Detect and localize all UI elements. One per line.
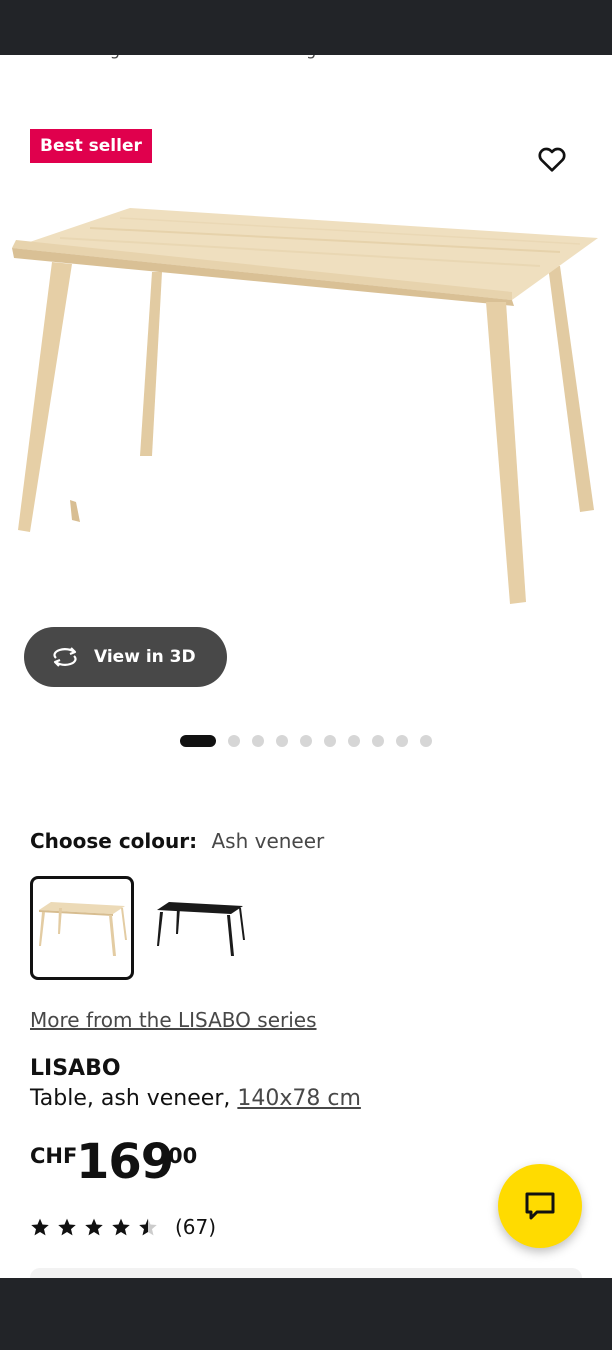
star-icon: [31, 1218, 49, 1236]
table-thumbnail-ash: [39, 902, 127, 956]
favourite-button[interactable]: [536, 143, 568, 175]
chat-icon: [525, 1192, 555, 1220]
price-integer: 169: [76, 1134, 174, 1190]
carousel-dot[interactable]: [252, 735, 264, 747]
carousel-dot[interactable]: [348, 735, 360, 747]
rating-stars: [30, 1217, 165, 1237]
colour-value: Ash veneer: [211, 829, 325, 853]
carousel-dot[interactable]: [300, 735, 312, 747]
product-description-text: Table, ash veneer,: [30, 1086, 238, 1111]
product-image[interactable]: [0, 190, 612, 620]
star-icon: [112, 1218, 130, 1236]
colour-selector-heading: Choose colour: Ash veneer: [30, 829, 324, 853]
carousel-dot[interactable]: [324, 735, 336, 747]
price-decimals: .00: [160, 1144, 198, 1168]
carousel-dot-active[interactable]: [180, 735, 216, 747]
colour-option-ash-veneer[interactable]: [30, 876, 134, 980]
product-description: Table, ash veneer, 140x78 cm: [30, 1086, 361, 1111]
navigation-bar: [0, 1278, 612, 1350]
carousel-indicator: [180, 735, 444, 747]
table-thumbnail-black: [157, 902, 245, 956]
product-dimensions-link[interactable]: 140x78 cm: [237, 1086, 361, 1111]
carousel-dot[interactable]: [420, 735, 432, 747]
best-seller-badge: Best seller: [30, 129, 152, 163]
rating[interactable]: (67): [30, 1214, 216, 1240]
heart-icon: [538, 147, 566, 172]
star-icon: [58, 1218, 76, 1236]
star-icon: [85, 1218, 103, 1236]
view-in-3d-button[interactable]: View in 3D: [24, 627, 227, 687]
chat-button[interactable]: [498, 1164, 582, 1248]
star-half-icon: [139, 1218, 157, 1236]
carousel-dot[interactable]: [228, 735, 240, 747]
carousel-dot[interactable]: [396, 735, 408, 747]
colour-label: Choose colour:: [30, 829, 198, 853]
product-name: LISABO: [30, 1056, 121, 1081]
view-in-3d-label: View in 3D: [94, 647, 196, 667]
colour-option-black[interactable]: [148, 876, 252, 980]
carousel-dot[interactable]: [372, 735, 384, 747]
price-currency: CHF: [30, 1144, 78, 1168]
carousel-dot[interactable]: [276, 735, 288, 747]
rotate-3d-icon: [53, 647, 77, 667]
rating-count: (67): [175, 1215, 217, 1239]
series-link[interactable]: More from the LISABO series: [30, 1008, 317, 1032]
status-bar-overlap: [0, 40, 612, 55]
